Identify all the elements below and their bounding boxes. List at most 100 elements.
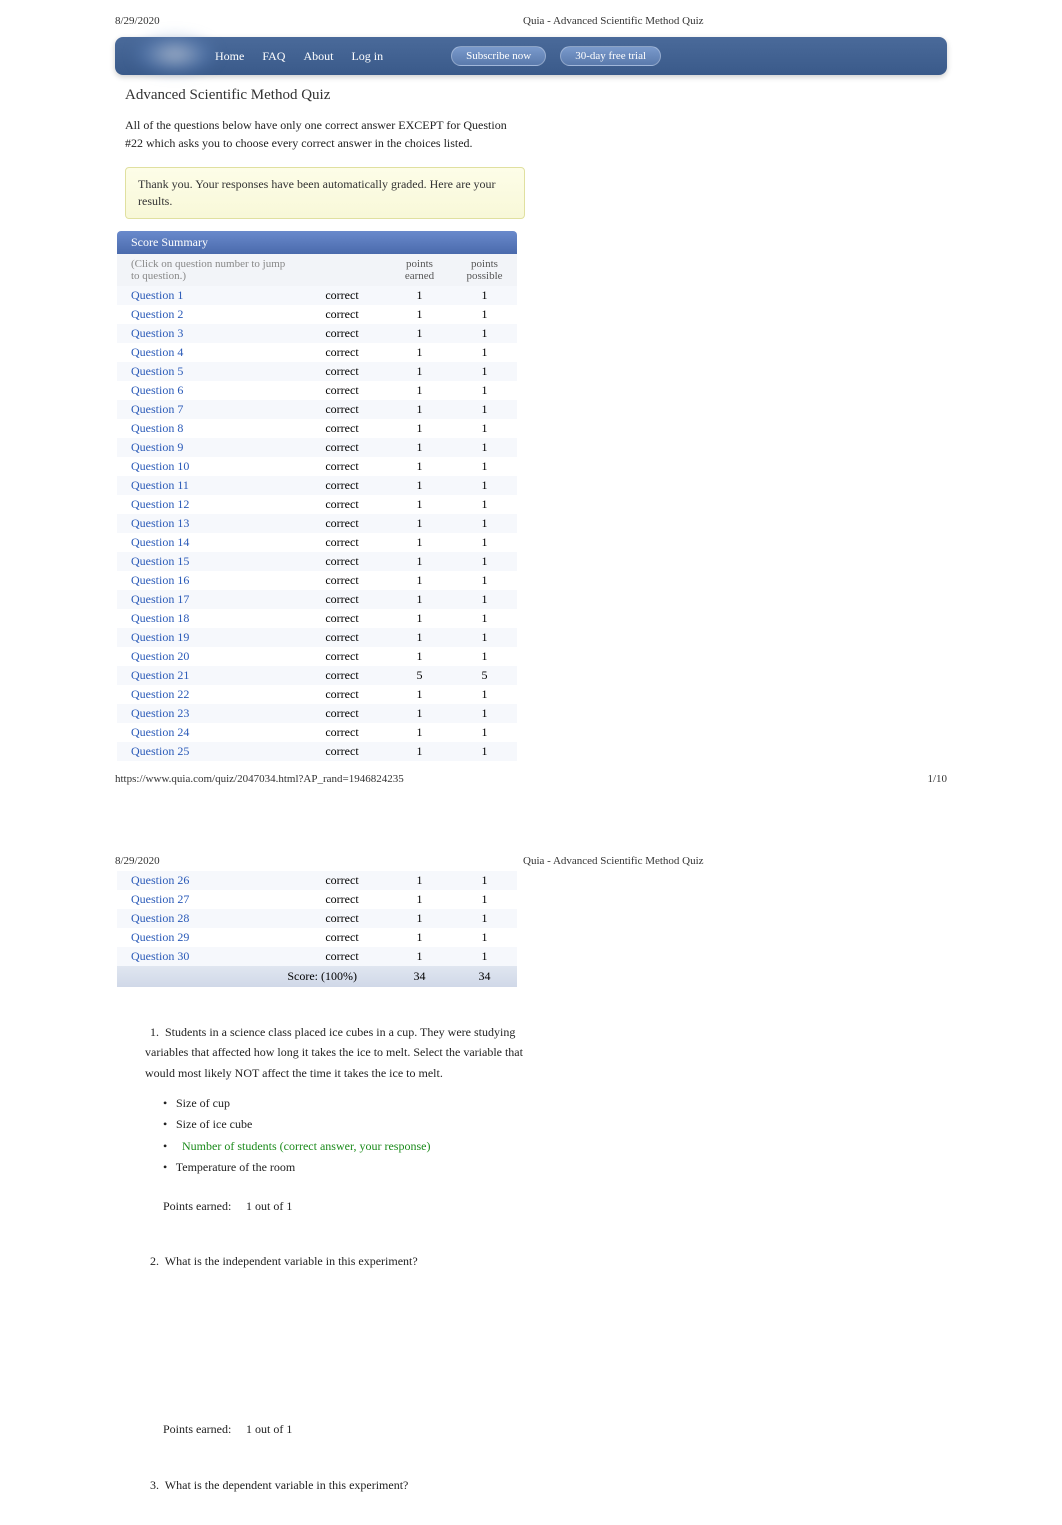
earned-cell: 1 (387, 742, 452, 761)
possible-cell: 1 (452, 381, 517, 400)
thank-you-box: Thank you. Your responses have been auto… (125, 167, 525, 219)
table-row: Question 22correct11 (117, 685, 517, 704)
col-earned: pointsearned (387, 254, 452, 286)
possible-cell: 1 (452, 438, 517, 457)
question-link[interactable]: Question 1 (117, 286, 297, 305)
question-link[interactable]: Question 5 (117, 362, 297, 381)
table-row: Question 5correct11 (117, 362, 517, 381)
question-link[interactable]: Question 28 (117, 909, 297, 928)
status-cell: correct (297, 947, 387, 966)
question-link[interactable]: Question 12 (117, 495, 297, 514)
status-cell: correct (297, 457, 387, 476)
question-link[interactable]: Question 30 (117, 947, 297, 966)
possible-cell: 1 (452, 628, 517, 647)
possible-cell: 5 (452, 666, 517, 685)
earned-cell: 1 (387, 647, 452, 666)
status-cell: correct (297, 685, 387, 704)
q3-text: What is the dependent variable in this e… (165, 1478, 409, 1492)
question-link[interactable]: Question 24 (117, 723, 297, 742)
earned-cell: 1 (387, 476, 452, 495)
table-row: Question 25correct11 (117, 742, 517, 761)
question-link[interactable]: Question 14 (117, 533, 297, 552)
table-row: Question 26correct11 (117, 871, 517, 890)
question-link[interactable]: Question 9 (117, 438, 297, 457)
question-link[interactable]: Question 23 (117, 704, 297, 723)
status-cell: correct (297, 343, 387, 362)
possible-cell: 1 (452, 928, 517, 947)
earned-cell: 1 (387, 871, 452, 890)
header-title-2: Quia - Advanced Scientific Method Quiz (523, 855, 704, 867)
question-link[interactable]: Question 18 (117, 609, 297, 628)
table-row: Question 10correct11 (117, 457, 517, 476)
q1-choices: • Size of cup• Size of ice cube• Number … (163, 1093, 545, 1178)
header-date: 8/29/2020 (115, 15, 160, 27)
status-cell: correct (297, 909, 387, 928)
question-link[interactable]: Question 15 (117, 552, 297, 571)
nav-home[interactable]: Home (215, 49, 244, 64)
question-link[interactable]: Question 22 (117, 685, 297, 704)
table-row: Question 23correct11 (117, 704, 517, 723)
question-link[interactable]: Question 11 (117, 476, 297, 495)
question-link[interactable]: Question 13 (117, 514, 297, 533)
question-link[interactable]: Question 4 (117, 343, 297, 362)
table-row: Question 14correct11 (117, 533, 517, 552)
header-date-2: 8/29/2020 (115, 855, 160, 867)
question-link[interactable]: Question 3 (117, 324, 297, 343)
earned-cell: 5 (387, 666, 452, 685)
total-earned: 34 (387, 966, 452, 987)
question-link[interactable]: Question 16 (117, 571, 297, 590)
question-link[interactable]: Question 21 (117, 666, 297, 685)
status-cell: correct (297, 628, 387, 647)
status-cell: correct (297, 495, 387, 514)
question-link[interactable]: Question 6 (117, 381, 297, 400)
possible-cell: 1 (452, 362, 517, 381)
question-link[interactable]: Question 7 (117, 400, 297, 419)
earned-cell: 1 (387, 909, 452, 928)
subscribe-button[interactable]: Subscribe now (451, 46, 546, 66)
question-2: 2. What is the independent variable in t… (145, 1251, 545, 1440)
earned-cell: 1 (387, 362, 452, 381)
page-1: 8/29/2020 Quia - Advanced Scientific Met… (0, 0, 1062, 815)
status-cell: correct (297, 400, 387, 419)
quiz-title: Advanced Scientific Method Quiz (125, 87, 947, 104)
earned-cell: 1 (387, 457, 452, 476)
possible-cell: 1 (452, 286, 517, 305)
choice-text: Number of students (correct answer, your… (179, 1139, 430, 1153)
question-link[interactable]: Question 19 (117, 628, 297, 647)
table-row: Question 4correct11 (117, 343, 517, 362)
nav-faq[interactable]: FAQ (262, 49, 285, 64)
question-link[interactable]: Question 2 (117, 305, 297, 324)
question-link[interactable]: Question 27 (117, 890, 297, 909)
choice: • Temperature of the room (163, 1157, 545, 1177)
question-3: 3. What is the dependent variable in thi… (145, 1475, 545, 1495)
question-link[interactable]: Question 17 (117, 590, 297, 609)
earned-cell: 1 (387, 400, 452, 419)
table-row: Question 12correct11 (117, 495, 517, 514)
earned-cell: 1 (387, 928, 452, 947)
possible-cell: 1 (452, 590, 517, 609)
nav-login[interactable]: Log in (351, 49, 383, 64)
status-cell: correct (297, 419, 387, 438)
q1-num: 1. (145, 1022, 159, 1042)
possible-cell: 1 (452, 871, 517, 890)
table-row: Question 17correct11 (117, 590, 517, 609)
status-cell: correct (297, 533, 387, 552)
possible-cell: 1 (452, 419, 517, 438)
table-row: Question 6correct11 (117, 381, 517, 400)
earned-cell: 1 (387, 723, 452, 742)
possible-cell: 1 (452, 890, 517, 909)
status-cell: correct (297, 742, 387, 761)
question-link[interactable]: Question 8 (117, 419, 297, 438)
trial-button[interactable]: 30-day free trial (560, 46, 661, 66)
question-link[interactable]: Question 29 (117, 928, 297, 947)
nav-about[interactable]: About (303, 49, 333, 64)
table-row: Question 29correct11 (117, 928, 517, 947)
possible-cell: 1 (452, 909, 517, 928)
question-link[interactable]: Question 10 (117, 457, 297, 476)
question-link[interactable]: Question 26 (117, 871, 297, 890)
status-cell: correct (297, 890, 387, 909)
question-link[interactable]: Question 20 (117, 647, 297, 666)
status-cell: correct (297, 723, 387, 742)
earned-cell: 1 (387, 324, 452, 343)
question-link[interactable]: Question 25 (117, 742, 297, 761)
